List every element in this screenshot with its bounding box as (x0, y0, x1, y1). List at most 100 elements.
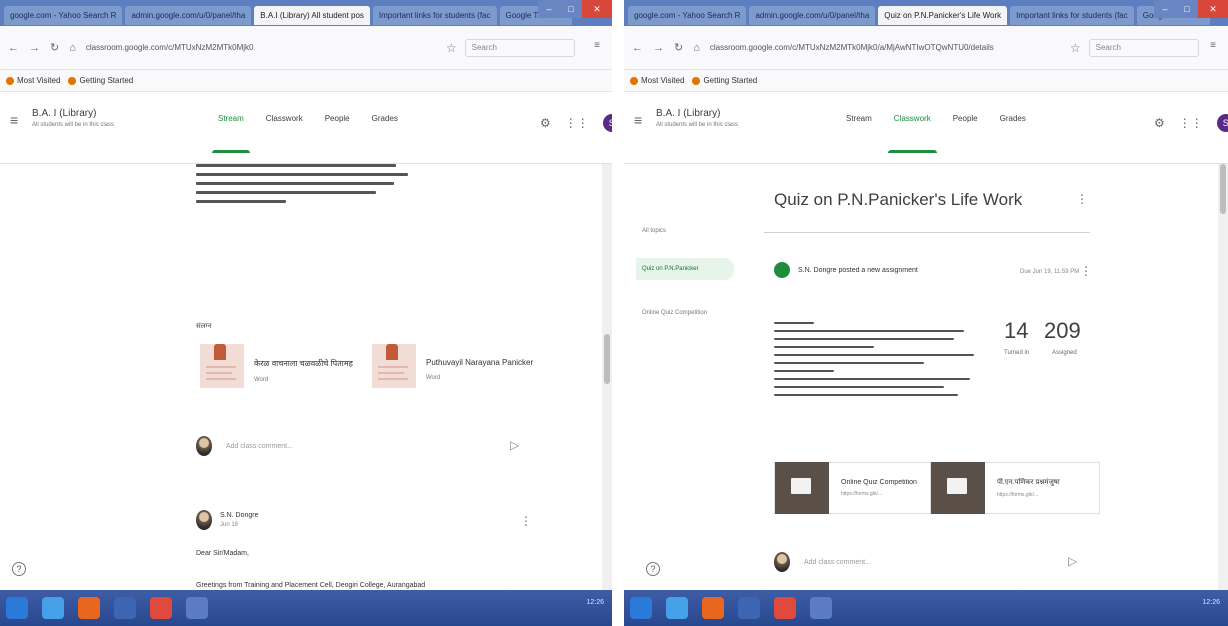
browser-tab[interactable]: Important links for students (fac (372, 6, 497, 25)
attachment-card[interactable]: पी.एन.पणिकर प्रश्नमंजुषा https://forms.g… (930, 462, 1100, 514)
browser-tab[interactable]: admin.google.com/u/0/panel/tha (749, 6, 876, 25)
attachment-card[interactable]: केरळ वाचनाला चळवळीचे पितामह Word (200, 344, 374, 388)
text-line (774, 386, 944, 388)
topic-online-quiz[interactable]: Online Quiz Competition (642, 310, 707, 316)
hamburger-menu-icon[interactable]: ≡ (10, 112, 18, 128)
home-icon[interactable]: ⌂ (69, 42, 76, 54)
text-line (196, 182, 394, 185)
tab-grades[interactable]: Grades (372, 114, 398, 131)
reload-icon[interactable]: ↻ (674, 41, 683, 54)
tab-people[interactable]: People (953, 114, 978, 131)
home-icon[interactable]: ⌂ (693, 42, 700, 54)
search-input[interactable]: Search (464, 38, 575, 57)
scrollbar[interactable] (1218, 164, 1228, 590)
firefox-icon (692, 76, 701, 85)
tab-grades[interactable]: Grades (1000, 114, 1026, 131)
attachment-card[interactable]: Puthuvayil Narayana Panicker Word (372, 344, 546, 388)
bookmark-star-icon[interactable]: ☆ (1070, 41, 1081, 55)
send-icon[interactable]: ▷ (1068, 554, 1077, 568)
assigned-count[interactable]: 209 (1044, 318, 1081, 344)
avatar[interactable]: S (1216, 114, 1228, 132)
tab-classwork[interactable]: Classwork (887, 114, 937, 153)
hamburger-menu-icon[interactable]: ≡ (634, 112, 642, 128)
help-icon[interactable]: ? (646, 562, 660, 576)
bookmark-getting-started[interactable]: Getting Started (68, 76, 133, 85)
browser-tab[interactable]: google.com - Yahoo Search R (4, 6, 123, 25)
class-name[interactable]: B.A. I (Library) (656, 108, 720, 119)
maximize-button[interactable]: □ (1176, 0, 1198, 18)
text-line (774, 338, 954, 340)
help-icon[interactable]: ? (12, 562, 26, 576)
bookmark-getting-started[interactable]: Getting Started (692, 76, 757, 85)
scrollbar[interactable] (602, 164, 612, 590)
ie-icon[interactable] (666, 597, 688, 619)
browser-tab[interactable]: Important links for students (fac (1010, 6, 1134, 25)
address-bar[interactable]: classroom.google.com/c/MTUxNzM2MTk0Mjk0 (86, 43, 406, 52)
back-icon[interactable]: ← (8, 42, 19, 54)
tab-stream[interactable]: Stream (212, 114, 250, 153)
apps-grid-icon[interactable]: ⋮⋮ (1179, 116, 1203, 130)
system-clock[interactable]: 12:26 (1202, 598, 1220, 607)
comment-input[interactable]: Add class comment... (226, 443, 293, 450)
chrome-icon[interactable] (150, 597, 172, 619)
send-icon[interactable]: ▷ (510, 438, 519, 452)
more-options-icon[interactable]: ⋮ (1080, 264, 1092, 278)
bookmark-most-visited[interactable]: Most Visited (6, 76, 60, 85)
attachment-card[interactable]: Online Quiz Competition https://forms.gl… (774, 462, 944, 514)
more-options-icon[interactable]: ⋮ (1076, 192, 1088, 206)
comment-input[interactable]: Add class comment... (804, 559, 871, 566)
ie-icon[interactable] (42, 597, 64, 619)
start-icon[interactable] (6, 597, 28, 619)
class-name[interactable]: B.A. I (Library) (32, 108, 96, 119)
close-button[interactable]: ✕ (582, 0, 612, 18)
text-line (774, 370, 834, 372)
files-icon[interactable] (114, 597, 136, 619)
maximize-button[interactable]: □ (560, 0, 582, 18)
search-input[interactable]: Search (1088, 38, 1199, 57)
turned-in-label: Turned in (1004, 350, 1030, 356)
text-line (774, 322, 814, 324)
app-icon[interactable] (186, 597, 208, 619)
system-clock[interactable]: 12:26 (586, 598, 604, 607)
tab-classwork[interactable]: Classwork (266, 114, 303, 131)
close-button[interactable]: ✕ (1198, 0, 1228, 18)
back-icon[interactable]: ← (632, 42, 643, 54)
chrome-icon[interactable] (774, 597, 796, 619)
forward-icon[interactable]: → (29, 42, 40, 54)
settings-icon[interactable]: ⚙ (1154, 116, 1165, 130)
address-bar[interactable]: classroom.google.com/c/MTUxNzM2MTk0Mjk0/… (710, 43, 1030, 52)
minimize-button[interactable]: – (1154, 0, 1176, 18)
settings-icon[interactable]: ⚙ (540, 116, 551, 130)
browser-tab-active[interactable]: B.A.I (Library) All student pos (254, 6, 370, 25)
start-icon[interactable] (630, 597, 652, 619)
text-line (196, 200, 286, 203)
apps-grid-icon[interactable]: ⋮⋮ (565, 116, 589, 130)
minimize-button[interactable]: – (538, 0, 560, 18)
bookmark-most-visited[interactable]: Most Visited (630, 76, 684, 85)
reload-icon[interactable]: ↻ (50, 41, 59, 54)
tab-people[interactable]: People (325, 114, 350, 131)
scrollbar-thumb[interactable] (604, 334, 610, 384)
browser-tab[interactable]: google.com - Yahoo Search R (628, 6, 747, 25)
text-line (774, 394, 958, 396)
assignment-instructions (774, 316, 984, 402)
gear-icon (630, 76, 638, 85)
turned-in-count[interactable]: 14 (1004, 318, 1028, 344)
avatar[interactable]: S (602, 114, 612, 132)
firefox-icon[interactable] (78, 597, 100, 619)
forward-icon[interactable]: → (653, 42, 664, 54)
topic-quiz[interactable]: Quiz on P.N.Panicker (636, 258, 734, 280)
scrollbar-thumb[interactable] (1220, 164, 1226, 214)
menu-icon[interactable]: ≡ (1210, 40, 1216, 51)
topic-all[interactable]: All topics (642, 228, 666, 234)
files-icon[interactable] (738, 597, 760, 619)
firefox-icon[interactable] (702, 597, 724, 619)
more-options-icon[interactable]: ⋮ (520, 514, 532, 528)
app-icon[interactable] (810, 597, 832, 619)
tab-stream[interactable]: Stream (846, 114, 872, 131)
browser-tab[interactable]: admin.google.com/u/0/panel/tha (125, 6, 252, 25)
browser-tab-active[interactable]: Quiz on P.N.Panicker's Life Work (878, 6, 1008, 25)
bookmark-star-icon[interactable]: ☆ (446, 41, 457, 55)
gear-icon (6, 76, 14, 85)
menu-icon[interactable]: ≡ (594, 40, 600, 51)
